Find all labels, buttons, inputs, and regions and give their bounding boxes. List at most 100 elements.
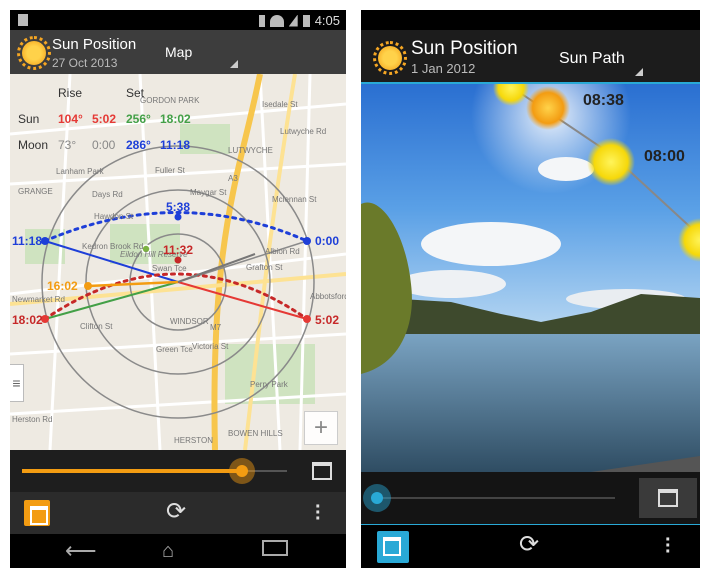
time-slider-bar [10,450,346,492]
refresh-icon[interactable]: ⟳ [166,497,186,526]
moon-set-time: 11:18 [160,138,191,152]
place-label: GRANGE [18,187,53,196]
sun-rise-line [177,281,308,320]
notification-icon [18,14,28,26]
date-label: 27 Oct 2013 [52,56,118,70]
place-label: LUTWYCHE [228,146,273,155]
time-slider[interactable] [363,472,623,524]
zoom-in-button[interactable]: + [304,411,338,445]
app-title: Sun Position [52,36,137,53]
calendar-icon [658,489,678,507]
moon-rise-time-label: 0:00 [315,234,339,248]
plus-icon: + [313,414,328,441]
system-nav-bar: ⟵ ⌂ [10,534,346,568]
place-label: WINDSOR [170,317,209,326]
place-label: HERSTON [174,436,213,445]
camera-view[interactable]: 08:38 08:00 [361,84,700,472]
drawer-icon: ≡ [12,375,21,391]
place-label: Perry Park [250,380,289,389]
current-moon-line [177,253,256,283]
moon-rise-marker [303,237,311,245]
overflow-menu-icon[interactable]: · · · [665,530,672,562]
sun-marker-current [526,86,570,130]
view-mode-spinner[interactable]: Map [160,30,246,74]
sun-logo-icon[interactable] [373,41,407,75]
slider-thumb[interactable] [229,458,255,484]
place-label: GORDON PARK [140,96,200,105]
place-label: Victoria St [192,342,229,351]
moon-high-marker [174,213,182,221]
sun-time-label: 08:00 [644,148,685,165]
sun-rise-time-label: 5:02 [315,313,339,327]
place-label: BOWEN HILLS [228,429,283,438]
time-slider-bar [361,472,700,524]
refresh-icon[interactable]: ⟳ [519,530,539,559]
action-bar: Sun Position 27 Oct 2013 Map [10,30,346,74]
slider-thumb[interactable] [363,484,391,512]
sun-set-time: 18:02 [160,112,191,126]
home-icon[interactable]: ⌂ [162,540,174,563]
phone-screen-sun-path: Sun Position 1 Jan 2012 Sun Path 08:38 0… [361,10,700,568]
status-bar: 4:05 [10,10,346,30]
back-icon[interactable]: ⟵ [65,538,97,564]
place-label: Days Rd [92,190,123,199]
action-bar: Sun Position 1 Jan 2012 Sun Path [361,30,700,84]
recent-apps-icon[interactable] [262,540,288,556]
view-mode-label: Map [165,44,193,60]
calendar-icon [312,462,332,480]
map-view[interactable]: GORDON PARK Isedale St LUTWYCHE Lanham P… [10,74,346,450]
current-time-label: 16:02 [47,279,78,293]
lake [361,334,700,472]
sun-rise-time: 5:02 [92,112,117,126]
place-label: Swan Tce [152,264,187,273]
place-label: Albion Rd [265,247,300,256]
place-label: Herston Rd [12,415,52,424]
sun-logo-icon[interactable] [17,36,51,70]
wifi-icon [269,14,284,27]
place-label: Maygar St [190,188,227,197]
moon-row-label: Moon [18,138,49,152]
sun-set-azimuth: 256° [126,112,151,126]
place-label: Newmarket Rd [12,295,65,304]
drawer-handle[interactable]: ≡ [10,364,24,402]
bottom-action-bar: ⟳ · · · [361,524,700,568]
moon-rise-azimuth: 73° [58,138,77,152]
overflow-menu-icon[interactable]: · · · [315,497,322,529]
battery-icon [302,14,310,27]
moon-rise-time: 0:00 [92,138,116,152]
sun-time-label: 08:38 [583,92,624,109]
current-sun-marker [84,282,92,290]
moon-set-time-label: 11:18 [12,234,42,248]
slider-thumb-core [371,492,383,504]
place-label: A3 [228,174,238,183]
bluetooth-icon [258,14,265,27]
place-label: M7 [210,323,222,332]
dropdown-indicator-icon [230,60,238,68]
place-label: Green Tce [156,345,193,354]
place-label: Grafton St [246,263,283,272]
sun-set-time-label: 18:02 [12,313,43,327]
view-mode-label: Sun Path [559,50,625,67]
time-slider[interactable] [22,450,290,492]
sun-row-label: Sun [18,112,40,126]
place-label: Hawdon St [94,212,134,221]
place-label: Abbotsford Rd [310,292,346,301]
place-label: Fuller St [155,166,186,175]
place-label: Isedale St [262,100,298,109]
calendar-button[interactable] [377,531,409,563]
sun-marker [587,138,635,186]
cell-signal-icon [288,14,298,27]
sun-rise-marker [303,315,311,323]
moon-high-time-label: 5:38 [166,200,190,214]
rise-header: Rise [58,86,83,100]
cloud [538,157,594,181]
date-label: 1 Jan 2012 [411,61,476,76]
date-picker-button[interactable] [639,478,697,518]
date-picker-button[interactable] [310,460,336,484]
sun-rise-azimuth: 104° [58,112,83,126]
slider-track [375,497,615,499]
calendar-button[interactable] [24,500,50,526]
clock: 4:05 [314,13,340,28]
moon-set-azimuth: 286° [126,138,151,152]
view-mode-spinner[interactable]: Sun Path [551,30,651,84]
